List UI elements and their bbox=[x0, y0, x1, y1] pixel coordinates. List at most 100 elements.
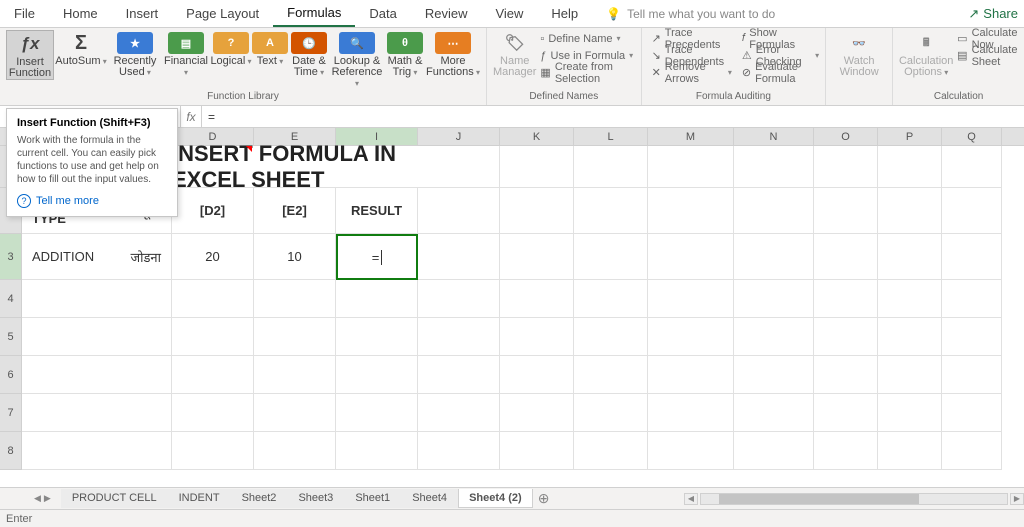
sheet-tab-sheet4[interactable]: Sheet4 bbox=[401, 489, 458, 508]
cell[interactable] bbox=[734, 146, 814, 188]
cell[interactable] bbox=[418, 394, 500, 432]
autosum-button[interactable]: Σ AutoSum bbox=[54, 30, 108, 67]
cell[interactable] bbox=[172, 318, 254, 356]
cell[interactable] bbox=[648, 356, 734, 394]
cell[interactable] bbox=[814, 318, 878, 356]
sheet-tab-sheet2[interactable]: Sheet2 bbox=[231, 489, 288, 508]
cell[interactable] bbox=[172, 394, 254, 432]
cell[interactable] bbox=[734, 394, 814, 432]
cell[interactable] bbox=[942, 318, 1002, 356]
cell-e3[interactable]: 10 bbox=[254, 234, 336, 280]
cell[interactable] bbox=[648, 146, 734, 188]
scroll-track[interactable] bbox=[700, 493, 1008, 505]
cell[interactable] bbox=[418, 280, 500, 318]
cell[interactable] bbox=[254, 356, 336, 394]
remove-arrows-button[interactable]: ✕Remove Arrows bbox=[652, 64, 732, 81]
row-header-5[interactable]: 5 bbox=[0, 318, 22, 356]
menu-tab-file[interactable]: File bbox=[0, 0, 49, 27]
lookup-ref-button[interactable]: 🔍 Lookup & Reference bbox=[330, 30, 384, 89]
cell[interactable] bbox=[734, 234, 814, 280]
cell[interactable] bbox=[814, 188, 878, 234]
cell[interactable] bbox=[942, 394, 1002, 432]
insert-function-button[interactable]: ƒx Insert Function bbox=[6, 30, 54, 80]
text-button[interactable]: A Text bbox=[252, 30, 288, 67]
cell[interactable] bbox=[814, 394, 878, 432]
cell[interactable] bbox=[942, 188, 1002, 234]
menu-tab-page-layout[interactable]: Page Layout bbox=[172, 0, 273, 27]
cell[interactable] bbox=[648, 234, 734, 280]
cell-d2[interactable]: [D2] bbox=[172, 188, 254, 234]
row-header-4[interactable]: 4 bbox=[0, 280, 22, 318]
cell[interactable] bbox=[336, 394, 418, 432]
row-header-3[interactable]: 3 bbox=[0, 234, 22, 280]
cell[interactable] bbox=[418, 234, 500, 280]
cell[interactable] bbox=[942, 146, 1002, 188]
cell-i3-active[interactable]: = bbox=[336, 234, 418, 280]
sheet-tab-sheet3[interactable]: Sheet3 bbox=[287, 489, 344, 508]
cell[interactable] bbox=[336, 318, 418, 356]
scroll-thumb[interactable] bbox=[719, 494, 919, 504]
fx-button[interactable]: fx bbox=[181, 110, 201, 124]
cell[interactable] bbox=[22, 432, 172, 470]
sheet-tab-sheet4-2[interactable]: Sheet4 (2) bbox=[458, 489, 533, 508]
cell[interactable] bbox=[574, 394, 648, 432]
evaluate-formula-button[interactable]: ⊘Evaluate Formula bbox=[742, 64, 819, 81]
cell[interactable] bbox=[500, 394, 574, 432]
cell[interactable] bbox=[734, 188, 814, 234]
cell[interactable] bbox=[878, 394, 942, 432]
share-button[interactable]: ↗ Share bbox=[968, 6, 1024, 22]
sheet-nav-next-icon[interactable]: ▶ bbox=[44, 493, 51, 504]
name-manager-button[interactable]: 🏷 Name Manager bbox=[493, 30, 536, 78]
row-header-8[interactable]: 8 bbox=[0, 432, 22, 470]
cell[interactable] bbox=[734, 356, 814, 394]
cell[interactable] bbox=[878, 188, 942, 234]
calculate-sheet-button[interactable]: ▤Calculate Sheet bbox=[957, 47, 1018, 64]
cell[interactable] bbox=[336, 280, 418, 318]
scroll-left-icon[interactable]: ◀ bbox=[684, 493, 698, 505]
cell[interactable] bbox=[22, 394, 172, 432]
cell[interactable] bbox=[878, 146, 942, 188]
sheet-tab-sheet1[interactable]: Sheet1 bbox=[344, 489, 401, 508]
cell[interactable] bbox=[648, 394, 734, 432]
sheet-tab-indent[interactable]: INDENT bbox=[168, 489, 231, 508]
menu-tab-data[interactable]: Data bbox=[355, 0, 410, 27]
cell[interactable] bbox=[500, 234, 574, 280]
financial-button[interactable]: ▤ Financial bbox=[162, 30, 210, 78]
cell[interactable] bbox=[172, 356, 254, 394]
menu-tab-insert[interactable]: Insert bbox=[112, 0, 173, 27]
cell[interactable] bbox=[254, 280, 336, 318]
menu-tab-help[interactable]: Help bbox=[537, 0, 592, 27]
menu-tab-formulas[interactable]: Formulas bbox=[273, 0, 355, 27]
cell[interactable] bbox=[336, 356, 418, 394]
scroll-right-icon[interactable]: ▶ bbox=[1010, 493, 1024, 505]
cell[interactable] bbox=[172, 280, 254, 318]
menu-tab-view[interactable]: View bbox=[481, 0, 537, 27]
cell[interactable] bbox=[648, 188, 734, 234]
cell[interactable] bbox=[500, 188, 574, 234]
cell[interactable] bbox=[574, 234, 648, 280]
cell-e2[interactable]: [E2] bbox=[254, 188, 336, 234]
horizontal-scrollbar[interactable]: ◀ ▶ bbox=[684, 492, 1024, 506]
cell[interactable] bbox=[22, 356, 172, 394]
recently-used-button[interactable]: ★ Recently Used bbox=[108, 30, 162, 78]
cell[interactable] bbox=[648, 432, 734, 470]
cell[interactable] bbox=[500, 356, 574, 394]
menu-tab-review[interactable]: Review bbox=[411, 0, 482, 27]
cell[interactable] bbox=[574, 188, 648, 234]
cell[interactable] bbox=[814, 234, 878, 280]
calc-options-button[interactable]: 🖩 Calculation Options bbox=[899, 30, 953, 78]
cell[interactable] bbox=[814, 432, 878, 470]
cell[interactable] bbox=[418, 432, 500, 470]
sheet-nav-prev-icon[interactable]: ◀ bbox=[34, 493, 41, 504]
math-trig-button[interactable]: θ Math & Trig bbox=[384, 30, 426, 78]
menu-tab-home[interactable]: Home bbox=[49, 0, 112, 27]
col-header-o[interactable]: O bbox=[814, 128, 878, 145]
row-header-7[interactable]: 7 bbox=[0, 394, 22, 432]
col-header-q[interactable]: Q bbox=[942, 128, 1002, 145]
add-sheet-button[interactable]: ⊕ bbox=[533, 490, 555, 507]
cell[interactable] bbox=[500, 146, 574, 188]
cell[interactable] bbox=[500, 318, 574, 356]
cell[interactable] bbox=[500, 280, 574, 318]
logical-button[interactable]: ? Logical bbox=[210, 30, 252, 67]
cell[interactable] bbox=[418, 146, 500, 188]
